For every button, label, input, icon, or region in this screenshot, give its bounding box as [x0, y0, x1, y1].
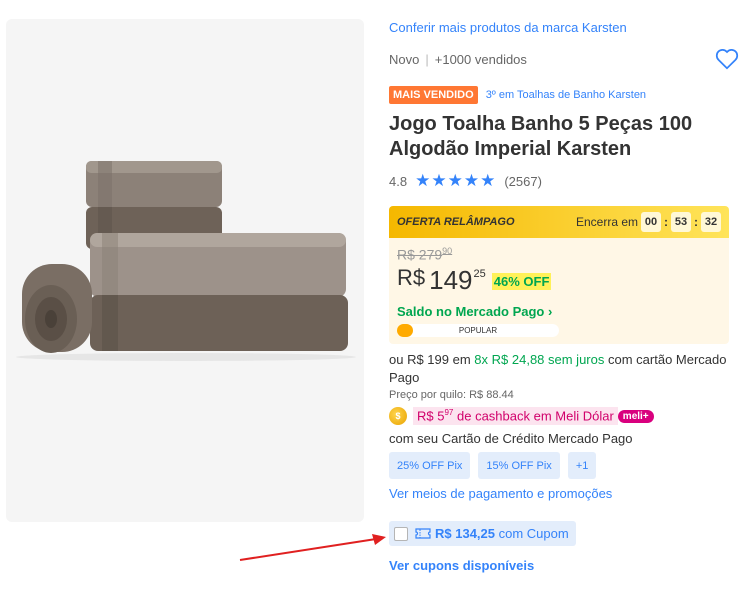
star-icon: ★: [431, 171, 447, 190]
review-count: (2567): [504, 173, 542, 189]
flash-offer-label: OFERTA RELÂMPAGO: [397, 216, 515, 228]
price-per-kilo: Preço por quilo: R$ 88.44: [389, 389, 514, 401]
price-cents: 25: [473, 267, 486, 280]
star-icon: ★: [480, 171, 496, 190]
ticket-icon: [415, 528, 431, 539]
coupon-text: R$ 134,25 com Cupom: [435, 526, 569, 541]
installments-highlight: 8x R$ 24,88 sem juros: [474, 352, 605, 367]
countdown-minutes: 53: [671, 212, 691, 232]
coupon-toggle[interactable]: R$ 134,25 com Cupom: [389, 521, 576, 546]
category-rank-link[interactable]: 3º em Toalhas de Banho Karsten: [486, 89, 646, 101]
towels-image: [16, 161, 356, 361]
installments-text: ou R$ 199 em 8x R$ 24,88 sem juros com c…: [389, 351, 729, 387]
countdown-label: Encerra em: [575, 215, 638, 229]
star-icon: ★: [463, 171, 480, 190]
cashback-card-line: com seu Cartão de Crédito Mercado Pago: [389, 431, 633, 446]
badge-row: MAIS VENDIDO 3º em Toalhas de Banho Kars…: [389, 86, 646, 104]
coupon-amount: R$ 134,25: [435, 526, 495, 541]
chip-more[interactable]: +1: [567, 452, 597, 479]
cashback-cents: 97: [444, 408, 454, 418]
product-title: Jogo Toalha Banho 5 Peças 100 Algodão Im…: [389, 113, 693, 160]
current-price: R$ 149 25 46% OFF: [397, 265, 721, 296]
cashback-amount: R$ 5: [417, 408, 445, 424]
star-icon: ★: [415, 171, 431, 190]
star-icon: ★: [447, 171, 463, 190]
countdown-seconds: 32: [701, 212, 721, 232]
chip-pix-15[interactable]: 15% OFF Pix: [478, 452, 560, 479]
cashback-row: $ R$ 597 de cashback em Meli Dólar meli+: [389, 407, 654, 425]
rating-stars: ★ ★ ★ ★ ★: [415, 171, 496, 190]
rating-row[interactable]: 4.8 ★ ★ ★ ★ ★ (2567): [389, 171, 542, 190]
sold-count: +1000 vendidos: [434, 52, 527, 67]
coupon-label: com Cupom: [498, 526, 569, 541]
heart-icon[interactable]: [714, 46, 740, 72]
meli-plus-badge: meli+: [617, 409, 654, 423]
price-currency: R$: [397, 264, 426, 290]
popularity-fill: [397, 323, 414, 337]
available-coupons-link[interactable]: Ver cupons disponíveis: [389, 558, 534, 573]
saldo-label: Saldo no Mercado Pago: [397, 303, 545, 319]
saldo-mercado-pago-link[interactable]: Saldo no Mercado Pago ›: [397, 304, 721, 319]
colon: :: [694, 215, 698, 229]
colon: :: [664, 215, 668, 229]
cashback-text: R$ 597 de cashback em Meli Dólar: [413, 407, 618, 425]
popularity-bar: POPULAR: [397, 323, 559, 337]
payment-chips: 25% OFF Pix 15% OFF Pix +1: [389, 452, 604, 479]
product-meta: Novo | +1000 vendidos: [389, 52, 527, 67]
discount-badge: 46% OFF: [491, 272, 552, 290]
brand-link[interactable]: Conferir mais produtos da marca Karsten: [389, 20, 627, 35]
rating-value: 4.8: [389, 173, 408, 189]
red-arrow-annotation: [239, 534, 386, 561]
popularity-label: POPULAR: [458, 325, 498, 335]
meli-dollar-coin-icon: $: [389, 407, 407, 425]
coupon-checkbox[interactable]: [394, 526, 408, 541]
chevron-right-icon: ›: [547, 303, 553, 319]
price-box: R$ 27990 R$ 149 25 46% OFF Saldo no Merc…: [389, 238, 729, 344]
meta-separator: |: [425, 52, 429, 67]
product-image-gallery[interactable]: [6, 19, 364, 522]
cashback-suffix: de cashback em Meli Dólar: [457, 408, 614, 424]
chip-pix-25[interactable]: 25% OFF Pix: [389, 452, 471, 479]
price-main: 149: [429, 264, 473, 295]
flash-offer-banner: OFERTA RELÂMPAGO Encerra em 00: 53: 32: [389, 206, 729, 238]
best-seller-badge: MAIS VENDIDO: [389, 86, 478, 104]
old-price-cents: 90: [442, 246, 453, 256]
installments-prefix: ou R$ 199 em: [389, 352, 471, 367]
countdown: Encerra em 00: 53: 32: [576, 212, 721, 232]
condition-label: Novo: [389, 52, 420, 67]
payment-methods-link[interactable]: Ver meios de pagamento e promoções: [389, 486, 612, 501]
old-price: R$ 27990: [397, 246, 721, 263]
countdown-hours: 00: [641, 212, 661, 232]
old-price-main: R$ 279: [397, 246, 443, 263]
